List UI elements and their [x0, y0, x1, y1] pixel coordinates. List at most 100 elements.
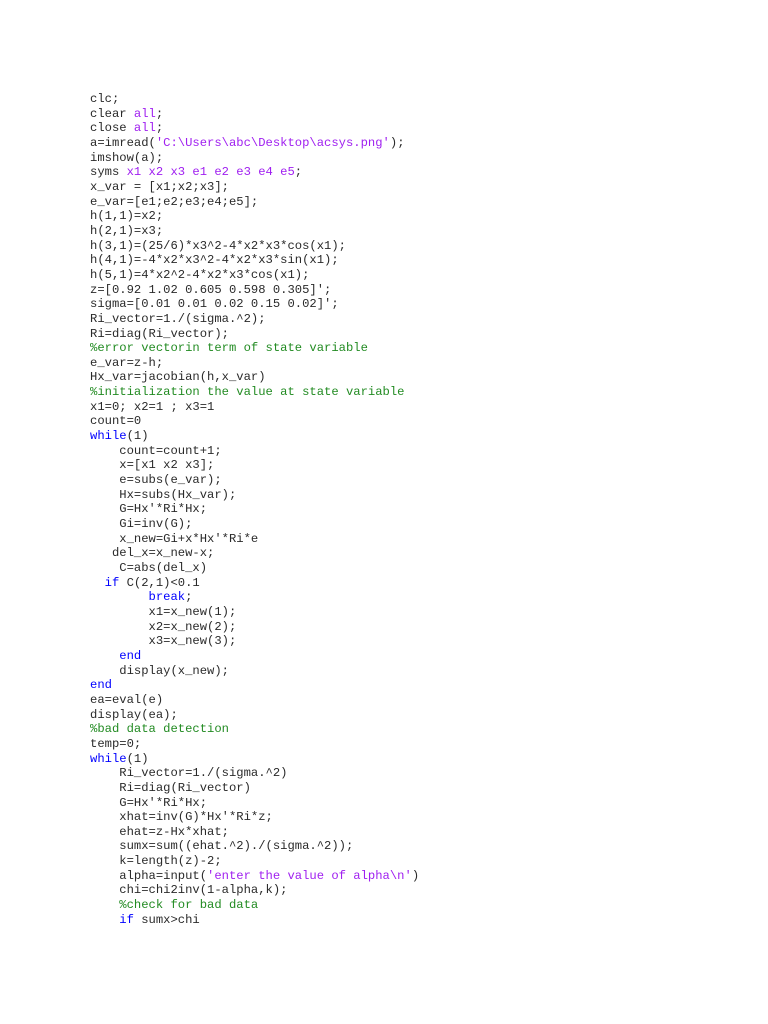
- code-line: sigma=[0.01 0.01 0.02 0.15 0.02]';: [90, 297, 419, 312]
- code-text: alpha=input(: [90, 868, 208, 883]
- code-text: x=[x1 x2 x3];: [90, 458, 215, 473]
- code-text: x_new=Gi+x*Hx'*Ri*e: [90, 531, 259, 546]
- code-line: syms x1 x2 x3 e1 e2 e3 e4 e5;: [90, 165, 419, 180]
- code-line: a=imread('C:\Users\abc\Desktop\acsys.png…: [90, 136, 419, 151]
- code-text: imshow(a);: [90, 150, 164, 165]
- code-line: Ri_vector=1./(sigma.^2);: [90, 312, 419, 327]
- code-text: (1): [126, 751, 149, 766]
- code-line: Gi=inv(G);: [90, 517, 419, 532]
- code-text: C=abs(del_x): [90, 561, 208, 575]
- code-line: chi=chi2inv(1-alpha,k);: [90, 883, 419, 898]
- code-text: close: [90, 121, 134, 136]
- code-text: h(4,1)=-4*x2*x3^2-4*x2*x3*sin(x1);: [90, 253, 339, 268]
- code-text: Ri=diag(Ri_vector);: [90, 326, 229, 341]
- code-line: del_x=x_new-x;: [90, 546, 419, 561]
- code-line: x_var = [x1;x2;x3];: [90, 180, 419, 195]
- code-line: e_var=[e1;e2;e3;e4;e5];: [90, 195, 419, 210]
- code-text: );: [389, 135, 405, 150]
- code-line: alpha=input('enter the value of alpha\n'…: [90, 869, 419, 884]
- code-line: xhat=inv(G)*Hx'*Ri*z;: [90, 810, 419, 825]
- code-comment: %bad data detection: [90, 722, 229, 737]
- code-line: %bad data detection: [90, 722, 419, 737]
- code-line: %error vectorin term of state variable: [90, 341, 419, 356]
- code-text: e=subs(e_var);: [90, 473, 222, 488]
- code-text: x2=x_new(2);: [90, 619, 237, 634]
- code-text: G=Hx'*Ri*Hx;: [90, 502, 208, 517]
- code-line: x3=x_new(3);: [90, 634, 419, 649]
- code-line: e_var=z-h;: [90, 356, 419, 371]
- code-line: G=Hx'*Ri*Hx;: [90, 502, 419, 517]
- code-line: k=length(z)-2;: [90, 854, 419, 869]
- code-line: x=[x1 x2 x3];: [90, 458, 419, 473]
- code-line: count=count+1;: [90, 444, 419, 459]
- code-text: display(ea);: [90, 707, 178, 722]
- code-string: all: [133, 121, 156, 136]
- code-line: end: [90, 649, 419, 664]
- code-line: if C(2,1)<0.1: [90, 576, 419, 591]
- code-line: Ri=diag(Ri_vector);: [90, 327, 419, 342]
- code-line: x_new=Gi+x*Hx'*Ri*e: [90, 532, 419, 547]
- code-keyword: break: [148, 590, 186, 605]
- code-line: C=abs(del_x): [90, 561, 419, 576]
- code-text: xhat=inv(G)*Hx'*Ri*z;: [90, 810, 273, 825]
- code-string: all: [133, 106, 156, 121]
- code-line: sumx=sum((ehat.^2)./(sigma.^2));: [90, 839, 419, 854]
- code-line: close all;: [90, 121, 419, 136]
- code-line: e=subs(e_var);: [90, 473, 419, 488]
- code-text: temp=0;: [90, 736, 142, 751]
- code-text: x3=x_new(3);: [90, 634, 237, 649]
- code-text: chi=chi2inv(1-alpha,k);: [90, 883, 288, 898]
- code-text: sumx=sum((ehat.^2)./(sigma.^2));: [90, 839, 354, 854]
- code-text: ;: [155, 121, 164, 136]
- code-line: Ri_vector=1./(sigma.^2): [90, 766, 419, 781]
- code-text: h(3,1)=(25/6)*x3^2-4*x2*x3*cos(x1);: [90, 238, 346, 253]
- code-line: display(ea);: [90, 708, 419, 723]
- code-text: x1=x_new(1);: [90, 604, 237, 619]
- code-line: x2=x_new(2);: [90, 620, 419, 635]
- code-line: break;: [90, 590, 419, 605]
- code-text: (1): [126, 429, 149, 444]
- code-text: sumx>chi: [133, 912, 200, 927]
- code-line: Hx_var=jacobian(h,x_var): [90, 370, 419, 385]
- code-line: h(5,1)=4*x2^2-4*x2*x3*cos(x1);: [90, 268, 419, 283]
- code-listing: clc; clear all; close all; a=imread('C:\Use…: [90, 92, 419, 927]
- code-comment: %error vectorin term of state variable: [90, 341, 368, 356]
- code-keyword: if: [119, 912, 134, 927]
- code-text: a=imread(: [90, 135, 156, 150]
- code-line: count=0: [90, 414, 419, 429]
- code-keyword: while: [90, 751, 127, 766]
- code-comment: %initialization the value at state varia…: [90, 385, 405, 400]
- code-string: 'C:\Users\abc\Desktop\acsys.png': [155, 135, 390, 150]
- code-text: count=0: [90, 414, 142, 429]
- code-text: x1=0; x2=1 ; x3=1: [90, 399, 215, 414]
- code-text: Ri_vector=1./(sigma.^2): [90, 766, 288, 781]
- code-text: e_var=[e1;e2;e3;e4;e5];: [90, 194, 259, 209]
- code-line: x1=0; x2=1 ; x3=1: [90, 400, 419, 415]
- code-line: %check for bad data: [90, 898, 419, 913]
- code-text: count=count+1;: [90, 443, 222, 458]
- code-line: %initialization the value at state varia…: [90, 385, 419, 400]
- code-line: ea=eval(e): [90, 693, 419, 708]
- code-text: sigma=[0.01 0.01 0.02 0.15 0.02]';: [90, 297, 339, 312]
- code-line: h(4,1)=-4*x2*x3^2-4*x2*x3*sin(x1);: [90, 253, 419, 268]
- code-line: Hx=subs(Hx_var);: [90, 488, 419, 503]
- code-text: syms: [90, 165, 127, 180]
- code-line: while(1): [90, 429, 419, 444]
- code-text: ;: [185, 590, 193, 605]
- code-text: Ri=diag(Ri_vector): [90, 780, 251, 795]
- code-line: z=[0.92 1.02 0.605 0.598 0.305]';: [90, 283, 419, 298]
- code-text: C(2,1)<0.1: [119, 575, 200, 590]
- code-line: clc;: [90, 92, 419, 107]
- code-text: ;: [294, 165, 303, 180]
- code-line: h(3,1)=(25/6)*x3^2-4*x2*x3*cos(x1);: [90, 239, 419, 254]
- code-text: h(5,1)=4*x2^2-4*x2*x3*cos(x1);: [90, 267, 310, 282]
- code-keyword: end: [119, 648, 142, 663]
- code-text: x_var = [x1;x2;x3];: [90, 179, 229, 194]
- code-line: G=Hx'*Ri*Hx;: [90, 796, 419, 811]
- code-text: display(x_new);: [90, 663, 229, 678]
